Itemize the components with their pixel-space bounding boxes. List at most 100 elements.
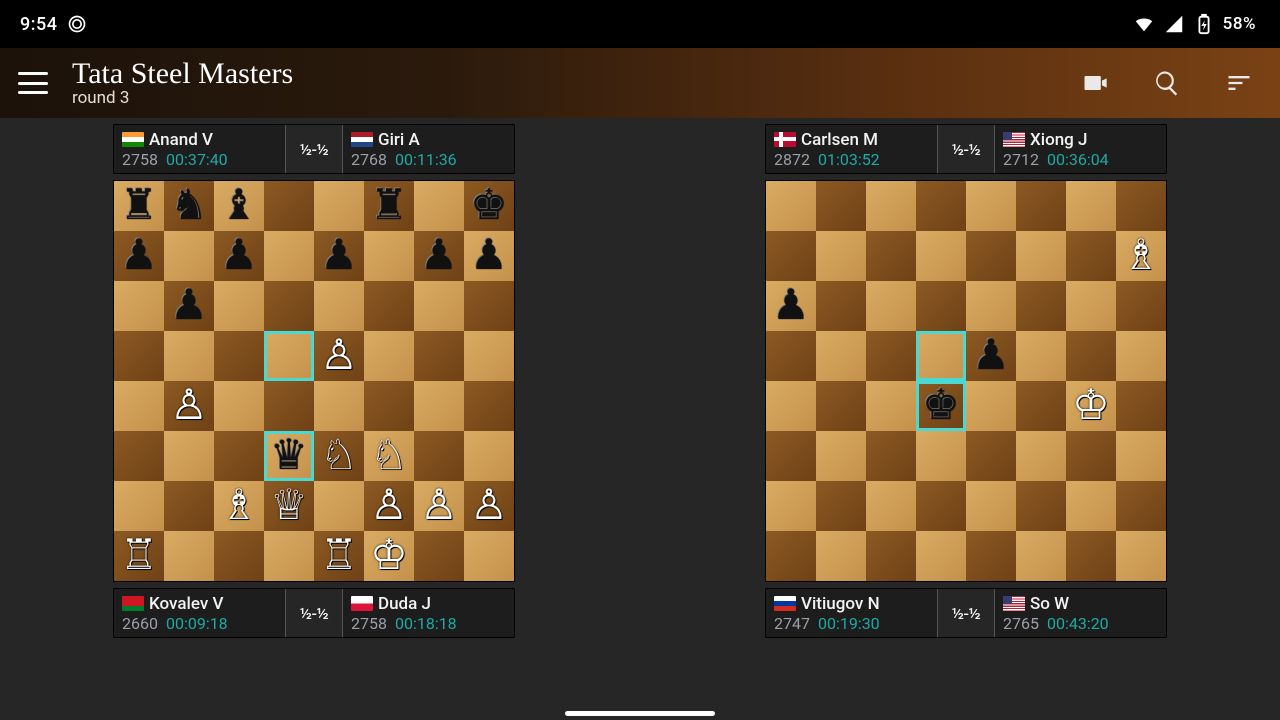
square-a1[interactable] [766,531,816,581]
square-d1[interactable] [916,531,966,581]
android-nav-indicator[interactable] [565,711,715,716]
square-h1[interactable] [464,531,514,581]
game-header[interactable]: Kovalev V266000:09:18½-½Duda J275800:18:… [113,588,515,638]
square-a2[interactable] [766,481,816,531]
square-h2[interactable] [1116,481,1166,531]
square-e8[interactable] [314,181,364,231]
square-d7[interactable] [916,231,966,281]
chess-board[interactable]: ♜♞♝♜♚♟♟♟♟♟♟♙♙♛♘♘♗♕♙♙♙♖♖♔ [113,180,515,582]
square-g7[interactable] [1066,231,1116,281]
square-f2[interactable] [1016,481,1066,531]
square-e4[interactable] [314,381,364,431]
square-g3[interactable] [1066,431,1116,481]
square-f1[interactable]: ♔ [364,531,414,581]
square-f8[interactable] [1016,181,1066,231]
square-g4[interactable]: ♔ [1066,381,1116,431]
square-a6[interactable] [114,281,164,331]
square-c8[interactable]: ♝ [214,181,264,231]
square-e1[interactable] [966,531,1016,581]
square-e3[interactable] [966,431,1016,481]
square-f7[interactable] [364,231,414,281]
square-d6[interactable] [916,281,966,331]
square-d2[interactable]: ♕ [264,481,314,531]
square-a7[interactable] [766,231,816,281]
square-c4[interactable] [866,381,916,431]
video-button[interactable] [1080,68,1110,98]
square-a5[interactable] [114,331,164,381]
square-g8[interactable] [1066,181,1116,231]
square-g5[interactable] [414,331,464,381]
square-g8[interactable] [414,181,464,231]
square-h5[interactable] [1116,331,1166,381]
square-b6[interactable] [816,281,866,331]
square-g3[interactable] [414,431,464,481]
menu-button[interactable] [18,72,48,94]
square-b3[interactable] [164,431,214,481]
square-c1[interactable] [866,531,916,581]
square-a4[interactable] [766,381,816,431]
square-f4[interactable] [1016,381,1066,431]
square-b8[interactable]: ♞ [164,181,214,231]
square-e3[interactable]: ♘ [314,431,364,481]
square-a3[interactable] [766,431,816,481]
square-b7[interactable] [164,231,214,281]
square-b3[interactable] [816,431,866,481]
square-b4[interactable]: ♙ [164,381,214,431]
square-b1[interactable] [164,531,214,581]
square-g6[interactable] [1066,281,1116,331]
square-h1[interactable] [1116,531,1166,581]
square-b5[interactable] [164,331,214,381]
square-h4[interactable] [1116,381,1166,431]
square-g4[interactable] [414,381,464,431]
square-d8[interactable] [916,181,966,231]
square-e7[interactable] [966,231,1016,281]
square-h5[interactable] [464,331,514,381]
square-b2[interactable] [164,481,214,531]
square-f7[interactable] [1016,231,1066,281]
search-button[interactable] [1152,68,1182,98]
square-e8[interactable] [966,181,1016,231]
square-e5[interactable]: ♟ [966,331,1016,381]
square-e4[interactable] [966,381,1016,431]
square-h6[interactable] [464,281,514,331]
square-a3[interactable] [114,431,164,481]
square-h4[interactable] [464,381,514,431]
square-c7[interactable] [866,231,916,281]
square-c5[interactable] [866,331,916,381]
square-a5[interactable] [766,331,816,381]
square-c7[interactable]: ♟ [214,231,264,281]
square-d8[interactable] [264,181,314,231]
square-a6[interactable]: ♟ [766,281,816,331]
square-d7[interactable] [264,231,314,281]
square-d2[interactable] [916,481,966,531]
square-a2[interactable] [114,481,164,531]
sort-button[interactable] [1224,68,1254,98]
square-c8[interactable] [866,181,916,231]
square-e6[interactable] [314,281,364,331]
square-c1[interactable] [214,531,264,581]
square-h8[interactable] [1116,181,1166,231]
square-c2[interactable]: ♗ [214,481,264,531]
square-b1[interactable] [816,531,866,581]
square-f2[interactable]: ♙ [364,481,414,531]
square-h3[interactable] [1116,431,1166,481]
square-g5[interactable] [1066,331,1116,381]
square-c3[interactable] [866,431,916,481]
square-c4[interactable] [214,381,264,431]
square-f4[interactable] [364,381,414,431]
square-g2[interactable]: ♙ [414,481,464,531]
square-d4[interactable] [264,381,314,431]
square-f8[interactable]: ♜ [364,181,414,231]
square-g6[interactable] [414,281,464,331]
square-g7[interactable]: ♟ [414,231,464,281]
square-e7[interactable]: ♟ [314,231,364,281]
square-h7[interactable]: ♗ [1116,231,1166,281]
square-d3[interactable]: ♛ [264,431,314,481]
square-b5[interactable] [816,331,866,381]
square-e6[interactable] [966,281,1016,331]
square-f3[interactable] [1016,431,1066,481]
square-g2[interactable] [1066,481,1116,531]
square-b4[interactable] [816,381,866,431]
square-f5[interactable] [1016,331,1066,381]
square-d6[interactable] [264,281,314,331]
